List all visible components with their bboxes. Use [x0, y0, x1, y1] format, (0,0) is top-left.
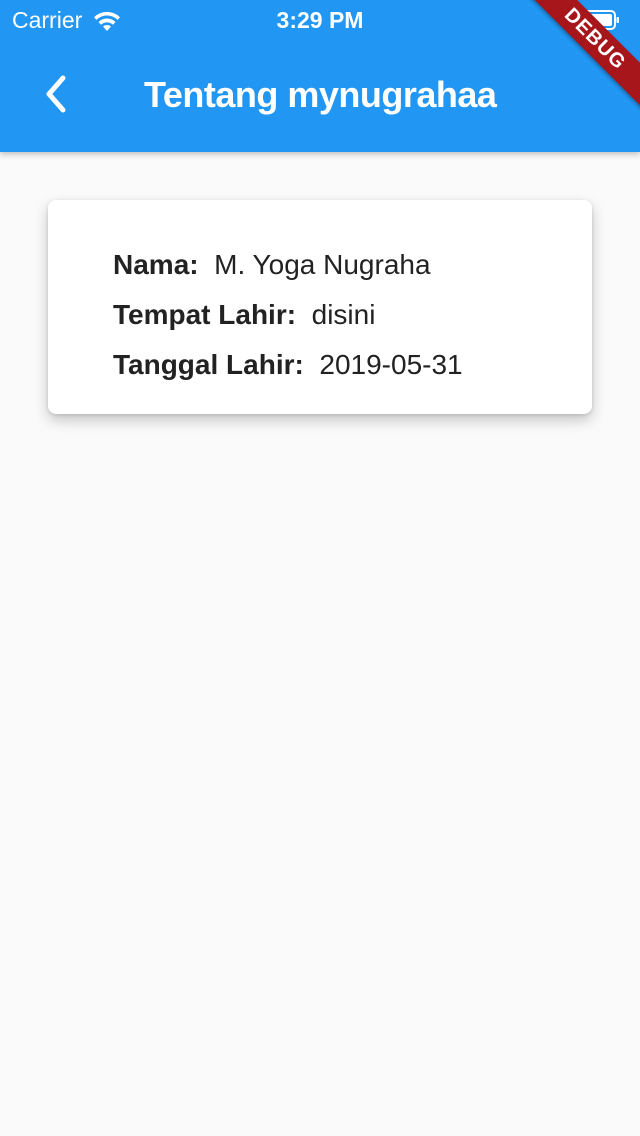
info-row-tanggal-lahir: Tanggal Lahir: 2019-05-31 — [113, 347, 463, 397]
status-time: 3:29 PM — [276, 7, 364, 33]
profile-info-list: Nama: M. Yoga Nugraha Tempat Lahir: disi… — [113, 247, 463, 397]
page-title: Tentang mynugrahaa — [144, 74, 497, 115]
battery-icon — [576, 10, 619, 30]
profile-card: Nama: M. Yoga Nugraha Tempat Lahir: disi… — [48, 200, 592, 414]
toolbar: Tentang mynugrahaa — [0, 40, 640, 152]
app-bar: Carrier 3:29 PM Tentang mynugrahaa — [0, 0, 640, 152]
info-value: 2019-05-31 — [319, 349, 463, 380]
back-button[interactable] — [28, 66, 84, 122]
chevron-left-icon — [46, 75, 66, 113]
status-bar: Carrier 3:29 PM — [0, 0, 640, 40]
info-label: Nama: — [113, 249, 207, 280]
info-row-nama: Nama: M. Yoga Nugraha — [113, 247, 463, 297]
info-value: disini — [311, 299, 376, 330]
info-label: Tanggal Lahir: — [113, 349, 312, 380]
info-row-tempat-lahir: Tempat Lahir: disini — [113, 297, 463, 347]
info-value: M. Yoga Nugraha — [214, 249, 431, 280]
info-label: Tempat Lahir: — [113, 299, 304, 330]
